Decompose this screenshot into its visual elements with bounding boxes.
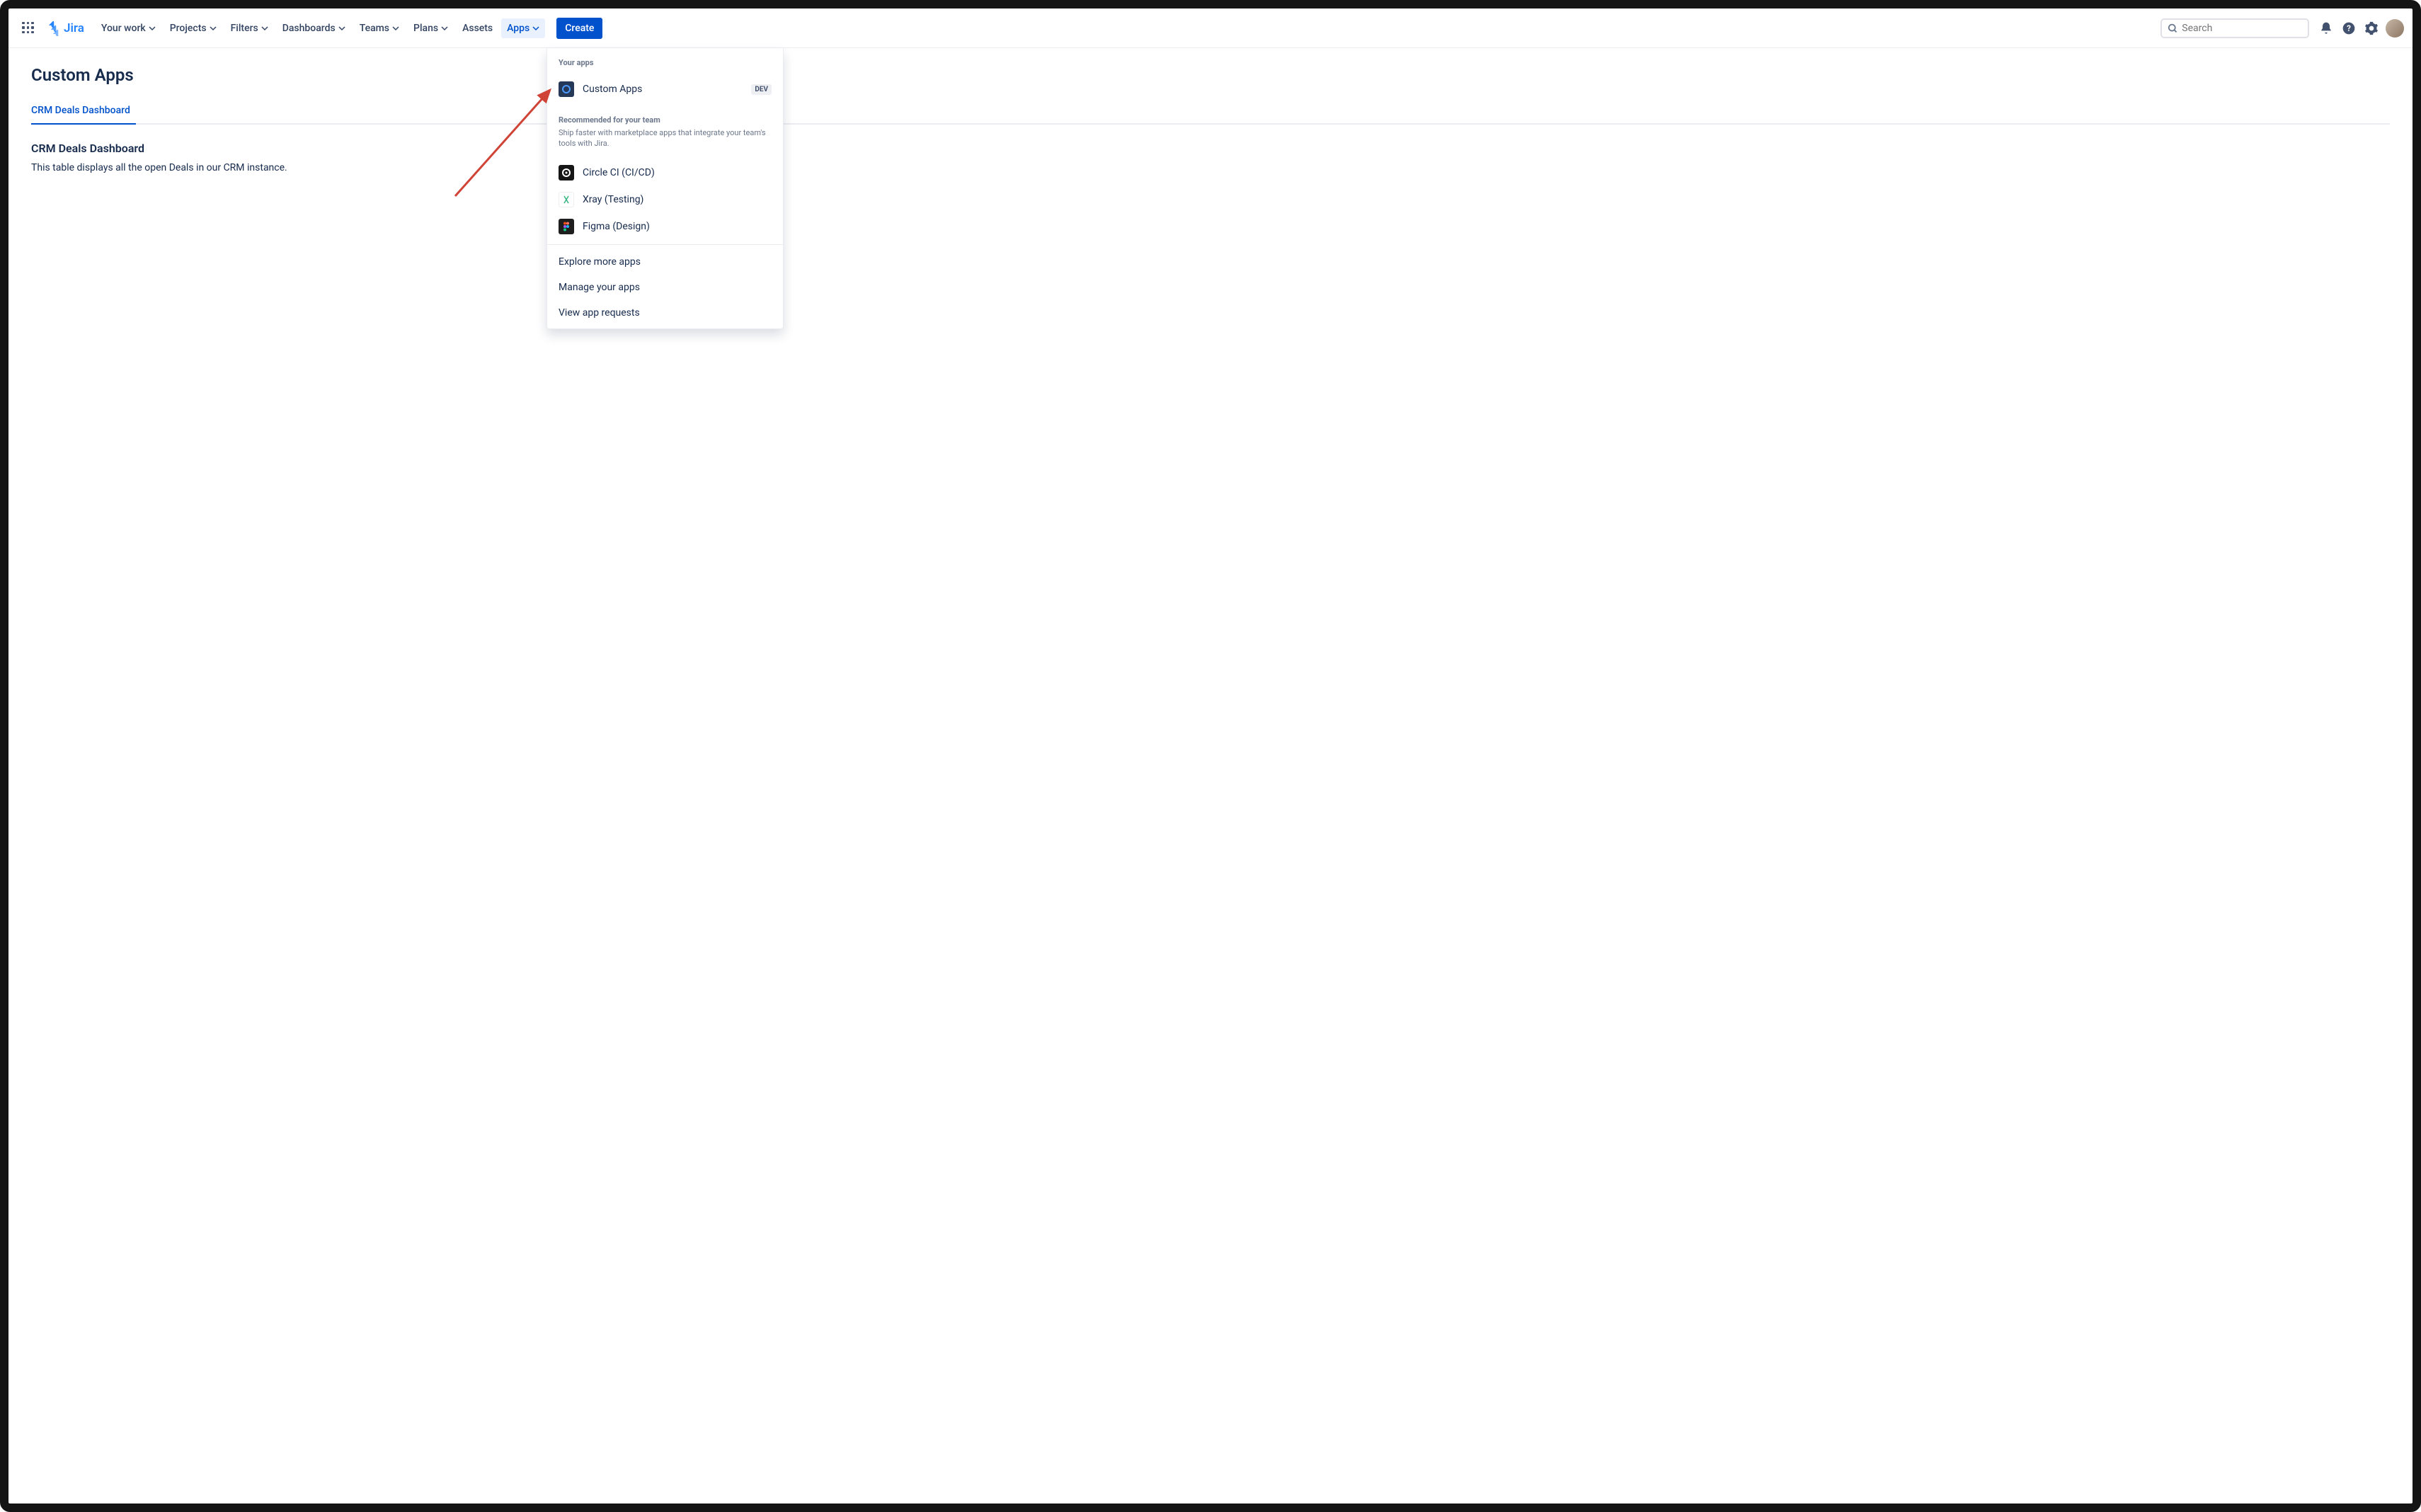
primary-nav: Your work Projects Filters Dashboards Te… [96,18,603,39]
help-button[interactable]: ? [2337,17,2360,40]
recommended-subtext: Ship faster with marketplace apps that i… [559,127,772,149]
dropdown-item-figma[interactable]: Figma (Design) [547,213,783,240]
chevron-down-icon [338,25,345,32]
search-icon [2168,23,2177,34]
dropdown-your-apps-section: Your apps [547,48,783,76]
product-name: Jira [64,21,84,35]
xray-icon [559,192,574,207]
chevron-down-icon [149,25,156,32]
dev-badge: DEV [751,84,772,95]
jira-logo-icon [45,21,61,36]
nav-projects[interactable]: Projects [164,18,222,38]
gear-icon [2364,21,2379,35]
dropdown-item-label: Xray (Testing) [583,194,643,205]
dropdown-item-custom-apps[interactable]: Custom Apps DEV [547,76,783,103]
dropdown-item-xray[interactable]: Xray (Testing) [547,186,783,213]
dropdown-link-explore[interactable]: Explore more apps [547,249,783,275]
nav-plans[interactable]: Plans [408,18,454,38]
tab-row: CRM Deals Dashboard [31,99,2390,125]
dropdown-item-label: Custom Apps [583,84,642,95]
top-nav-bar: Jira Your work Projects Filters Dashboar… [8,8,2413,48]
circleci-icon [559,165,574,181]
recommended-heading: Recommended for your team [559,115,772,125]
section-description: This table displays all the open Deals i… [31,162,2390,173]
nav-filters[interactable]: Filters [225,18,274,38]
nav-your-work[interactable]: Your work [96,18,161,38]
dropdown-recommended-section: Recommended for your team Ship faster wi… [547,103,783,159]
jira-logo[interactable]: Jira [45,21,84,36]
nav-dashboards[interactable]: Dashboards [277,18,351,38]
dropdown-item-label: Figma (Design) [583,221,650,232]
section-heading: CRM Deals Dashboard [31,142,2390,155]
your-apps-heading: Your apps [559,58,772,67]
help-icon: ? [2342,21,2356,35]
chevron-down-icon [532,25,539,32]
app-switcher-button[interactable] [17,17,40,40]
chevron-down-icon [392,25,399,32]
main-content: Custom Apps CRM Deals Dashboard CRM Deal… [8,48,2413,190]
search-input[interactable] [2182,23,2302,34]
dropdown-link-requests[interactable]: View app requests [547,300,783,328]
figma-icon [559,219,574,234]
chevron-down-icon [261,25,268,32]
user-avatar[interactable] [2386,19,2404,38]
dropdown-item-circleci[interactable]: Circle CI (CI/CD) [547,159,783,186]
apps-dropdown: Your apps Custom Apps DEV Recommended fo… [546,48,784,329]
create-button[interactable]: Create [556,18,602,39]
settings-button[interactable] [2360,17,2383,40]
chevron-down-icon [210,25,217,32]
dropdown-link-manage[interactable]: Manage your apps [547,275,783,300]
dropdown-divider [547,244,783,245]
nav-teams[interactable]: Teams [354,18,405,38]
nav-assets[interactable]: Assets [457,18,498,38]
nav-apps[interactable]: Apps [501,18,545,38]
dropdown-item-label: Circle CI (CI/CD) [583,167,655,178]
tab-crm-deals-dashboard[interactable]: CRM Deals Dashboard [31,99,136,123]
app-switcher-icon [22,22,35,35]
search-box[interactable] [2160,18,2309,38]
notifications-button[interactable] [2315,17,2337,40]
svg-text:?: ? [2347,23,2351,33]
chevron-down-icon [441,25,448,32]
bell-icon [2319,21,2333,35]
page-title: Custom Apps [31,65,2390,85]
custom-apps-icon [559,81,574,97]
